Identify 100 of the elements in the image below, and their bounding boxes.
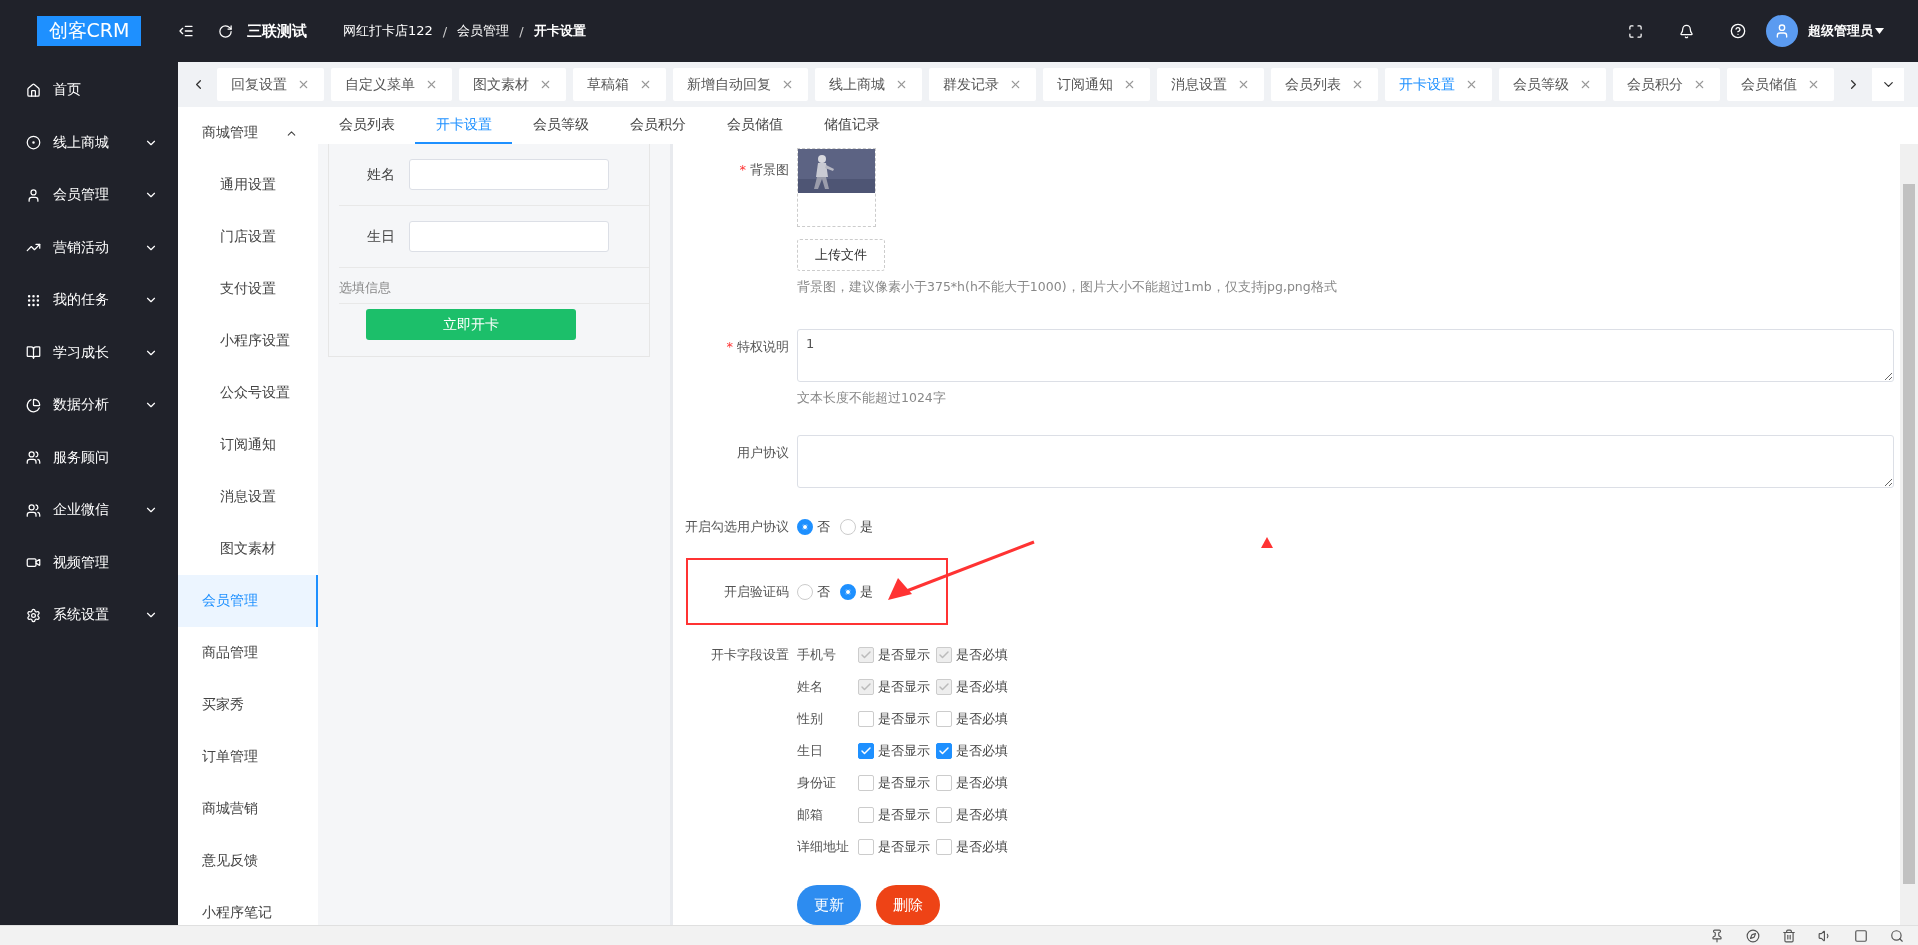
page-tab[interactable]: 草稿箱 — [573, 68, 666, 101]
page-tab[interactable]: 订阅通知 — [1043, 68, 1150, 101]
bell-icon[interactable] — [1679, 23, 1694, 39]
radio-option[interactable]: 否 — [797, 518, 830, 536]
input-field[interactable] — [409, 221, 609, 252]
sub-tab[interactable]: 会员列表 — [318, 107, 415, 144]
checkbox[interactable]: 是否显示 — [858, 806, 930, 824]
subnav-item[interactable]: 买家秀 — [178, 679, 318, 731]
page-tab[interactable]: 回复设置 — [217, 68, 324, 101]
textarea-field[interactable] — [797, 435, 1894, 488]
page-tab[interactable]: 自定义菜单 — [331, 68, 452, 101]
close-icon[interactable] — [1123, 78, 1136, 91]
delete-button[interactable]: 删除 — [876, 885, 940, 925]
home-icon — [26, 82, 41, 98]
subnav-item[interactable]: 订单管理 — [178, 731, 318, 783]
page-tab[interactable]: 会员积分 — [1613, 68, 1720, 101]
subnav-item[interactable]: 消息设置 — [178, 471, 318, 523]
subnav-item[interactable]: 通用设置 — [178, 159, 318, 211]
page-tab[interactable]: 会员储值 — [1727, 68, 1834, 101]
radio-option[interactable]: 是 — [840, 582, 873, 601]
avatar[interactable] — [1766, 15, 1798, 47]
window-icon[interactable] — [1854, 928, 1868, 943]
page-tab[interactable]: 新增自动回复 — [673, 68, 808, 101]
subnav-item[interactable]: 图文素材 — [178, 523, 318, 575]
scrollbar[interactable] — [1900, 144, 1918, 925]
sidebar-item[interactable]: 系统设置 — [0, 589, 178, 642]
checkbox[interactable]: 是否显示 — [858, 838, 930, 856]
menu-fold-icon[interactable] — [178, 23, 194, 39]
page-tab[interactable]: 群发记录 — [929, 68, 1036, 101]
trash-icon[interactable] — [1782, 928, 1796, 943]
subnav-item[interactable]: 小程序设置 — [178, 315, 318, 367]
close-icon[interactable] — [895, 78, 908, 91]
checkbox[interactable]: 是否必填 — [936, 742, 1008, 760]
close-icon[interactable] — [297, 78, 310, 91]
close-icon[interactable] — [781, 78, 794, 91]
user-name[interactable]: 超级管理员 — [1808, 22, 1873, 40]
sub-tab[interactable]: 会员储值 — [706, 107, 803, 144]
close-icon[interactable] — [1237, 78, 1250, 91]
checkbox[interactable]: 是否必填 — [936, 806, 1008, 824]
checkbox[interactable]: 是否显示 — [858, 710, 930, 728]
radio-option[interactable]: 是 — [840, 518, 873, 536]
breadcrumb-item[interactable]: 会员管理 — [457, 22, 510, 40]
sidebar-item[interactable]: 企业微信 — [0, 484, 178, 537]
tab-menu-button[interactable] — [1872, 68, 1904, 101]
search-icon[interactable] — [1890, 928, 1904, 943]
textarea-field[interactable]: 1 — [797, 329, 1894, 382]
subnav-item[interactable]: 公众号设置 — [178, 367, 318, 419]
subnav-item[interactable]: 小程序笔记 — [178, 887, 318, 925]
close-icon[interactable] — [1351, 78, 1364, 91]
sidebar-item[interactable]: 服务顾问 — [0, 431, 178, 484]
sidebar-item[interactable]: 我的任务 — [0, 274, 178, 327]
field-label: 特权说明 — [737, 339, 789, 354]
subnav-item[interactable]: 门店设置 — [178, 211, 318, 263]
page-tab[interactable]: 图文素材 — [459, 68, 566, 101]
upload-button[interactable]: 上传文件 — [797, 239, 885, 271]
page-tab[interactable]: 会员等级 — [1499, 68, 1606, 101]
sidebar-item[interactable]: 营销活动 — [0, 221, 178, 274]
close-icon[interactable] — [1807, 78, 1820, 91]
sidebar-item[interactable]: 学习成长 — [0, 326, 178, 379]
close-icon[interactable] — [425, 78, 438, 91]
pin-icon[interactable] — [1710, 928, 1724, 943]
breadcrumb-item[interactable]: 网红打卡店122 — [343, 22, 433, 40]
close-icon[interactable] — [1465, 78, 1478, 91]
sub-tab[interactable]: 会员积分 — [609, 107, 706, 144]
subnav-item[interactable]: 意见反馈 — [178, 835, 318, 887]
subnav-item[interactable]: 支付设置 — [178, 263, 318, 315]
sub-tab[interactable]: 会员等级 — [512, 107, 609, 144]
checkbox[interactable]: 是否显示 — [858, 742, 930, 760]
close-icon[interactable] — [1693, 78, 1706, 91]
subnav-item[interactable]: 商品管理 — [178, 627, 318, 679]
close-icon[interactable] — [1009, 78, 1022, 91]
subnav-item[interactable]: 订阅通知 — [178, 419, 318, 471]
input-field[interactable] — [409, 159, 609, 190]
checkbox[interactable]: 是否必填 — [936, 710, 1008, 728]
refresh-icon[interactable] — [218, 23, 233, 39]
caret-icon[interactable] — [1875, 28, 1884, 34]
fullscreen-icon[interactable] — [1628, 23, 1643, 39]
sidebar-item[interactable]: 会员管理 — [0, 169, 178, 222]
checkbox[interactable]: 是否必填 — [936, 774, 1008, 792]
sidebar-item[interactable]: 线上商城 — [0, 116, 178, 169]
sidebar-item[interactable]: 数据分析 — [0, 379, 178, 432]
close-icon[interactable] — [1579, 78, 1592, 91]
page-tab[interactable]: 会员列表 — [1271, 68, 1378, 101]
sidebar-item[interactable]: 首页 — [0, 64, 178, 117]
close-icon[interactable] — [539, 78, 552, 91]
help-icon[interactable] — [1730, 23, 1746, 39]
image-upload-preview[interactable] — [797, 148, 876, 227]
breadcrumb-item[interactable]: 开卡设置 — [533, 22, 586, 40]
page-tab[interactable]: 线上商城 — [815, 68, 922, 101]
sub-tab[interactable]: 储值记录 — [803, 107, 900, 144]
settings-icon — [26, 607, 41, 623]
checkbox[interactable]: 是否显示 — [858, 774, 930, 792]
subnav-item[interactable]: 商城管理 — [178, 107, 318, 159]
sidebar-item[interactable]: 视频管理 — [0, 536, 178, 589]
page-tab[interactable]: 消息设置 — [1157, 68, 1264, 101]
radio-option[interactable]: 否 — [797, 582, 830, 601]
compass-icon[interactable] — [1746, 928, 1760, 943]
close-icon[interactable] — [639, 78, 652, 91]
checkbox[interactable]: 是否必填 — [936, 838, 1008, 856]
subnav-item[interactable]: 商城营销 — [178, 783, 318, 835]
